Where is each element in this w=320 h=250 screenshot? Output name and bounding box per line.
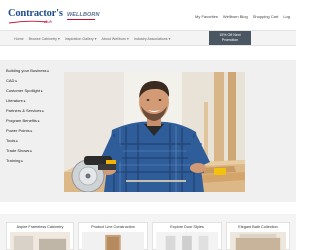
contractor-photo bbox=[64, 72, 245, 192]
wellborn-brand[interactable]: WELLBORN bbox=[67, 12, 100, 18]
sidebar-item-customer-spotlight[interactable]: Customer Spotlight▸ bbox=[6, 86, 60, 96]
sidebar-item-power-points[interactable]: Power Points▸ bbox=[6, 126, 60, 136]
sidebar-item-building-your-business[interactable]: Building your Business▸ bbox=[6, 66, 60, 76]
card-explore-door-styles[interactable]: Explore Door Styles bbox=[152, 222, 222, 250]
contractors-club-logo[interactable]: Contractor's club bbox=[8, 8, 63, 28]
brand-underline bbox=[67, 18, 95, 20]
card-image bbox=[82, 232, 144, 250]
sidebar-item-cad[interactable]: CAD▸ bbox=[6, 76, 60, 86]
shopping-cart-link[interactable]: Shopping Cart bbox=[253, 14, 279, 19]
card-image bbox=[156, 232, 218, 250]
caret-right-icon: ▸ bbox=[23, 99, 26, 103]
main-nav: Home Browse Cabinetry ▾ Inspiration Gall… bbox=[0, 30, 296, 46]
card-image bbox=[10, 232, 70, 250]
nav-about-wellborn[interactable]: About Wellborn ▾ bbox=[102, 37, 129, 41]
logo-swoosh-icon bbox=[8, 20, 48, 24]
nav-home[interactable]: Home bbox=[14, 37, 24, 41]
utility-links: My Favorites Wellborn Blog Shopping Cart… bbox=[195, 14, 290, 19]
sidebar-item-literature[interactable]: Literature▸ bbox=[6, 96, 60, 106]
card-product-line-construction[interactable]: Product Line Construction bbox=[78, 222, 148, 250]
caret-right-icon: ▸ bbox=[47, 69, 50, 73]
caret-right-icon: ▸ bbox=[41, 89, 43, 93]
caret-right-icon: ▸ bbox=[30, 129, 33, 133]
my-favorites-link[interactable]: My Favorites bbox=[195, 14, 218, 19]
card-aspire-frameless[interactable]: Aspire Frameless Cabinetry bbox=[6, 222, 74, 250]
wellborn-blog-link[interactable]: Wellborn Blog bbox=[223, 14, 248, 19]
sidebar-item-partners-services[interactable]: Partners & Services▸ bbox=[6, 106, 60, 116]
caret-right-icon: ▸ bbox=[21, 159, 24, 163]
sidebar-menu: Building your Business▸ CAD▸ Customer Sp… bbox=[6, 66, 60, 166]
sidebar-item-tools[interactable]: Tools▸ bbox=[6, 136, 60, 146]
page: Contractor's club WELLBORN My Favorites … bbox=[0, 0, 296, 250]
card-elegant-bath-collection[interactable]: Elegant Bath Collection bbox=[226, 222, 290, 250]
caret-right-icon: ▸ bbox=[42, 109, 45, 113]
nav-industry-associations[interactable]: Industry Associations ▾ bbox=[134, 37, 171, 41]
caret-right-icon: ▸ bbox=[16, 139, 19, 143]
sidebar-item-program-benefits[interactable]: Program Benefits▸ bbox=[6, 116, 60, 126]
logo-text: Contractor's bbox=[8, 8, 63, 19]
nav-inspiration-gallery[interactable]: Inspiration Gallery ▾ bbox=[65, 37, 97, 41]
nav-browse-cabinetry[interactable]: Browse Cabinetry ▾ bbox=[29, 37, 60, 41]
hero-image bbox=[64, 72, 245, 192]
log-link[interactable]: Log bbox=[283, 14, 290, 19]
card-title: Aspire Frameless Cabinetry bbox=[16, 225, 64, 229]
caret-right-icon: ▸ bbox=[30, 149, 33, 153]
card-title: Product Line Construction bbox=[91, 225, 135, 229]
card-title: Explore Door Styles bbox=[170, 225, 204, 229]
promo-line-2: Promotion bbox=[221, 37, 239, 42]
caret-right-icon: ▸ bbox=[37, 119, 40, 123]
sidebar-item-trade-shows[interactable]: Trade Shows▸ bbox=[6, 146, 60, 156]
right-gutter bbox=[245, 60, 296, 202]
logo-subtext: club bbox=[44, 19, 52, 24]
card-title: Elegant Bath Collection bbox=[238, 225, 278, 229]
sidebar-item-training[interactable]: Training▸ bbox=[6, 156, 60, 166]
card-image bbox=[230, 232, 286, 250]
caret-right-icon: ▸ bbox=[15, 79, 18, 83]
promo-button[interactable]: 15% Off Next Promotion bbox=[209, 31, 251, 45]
